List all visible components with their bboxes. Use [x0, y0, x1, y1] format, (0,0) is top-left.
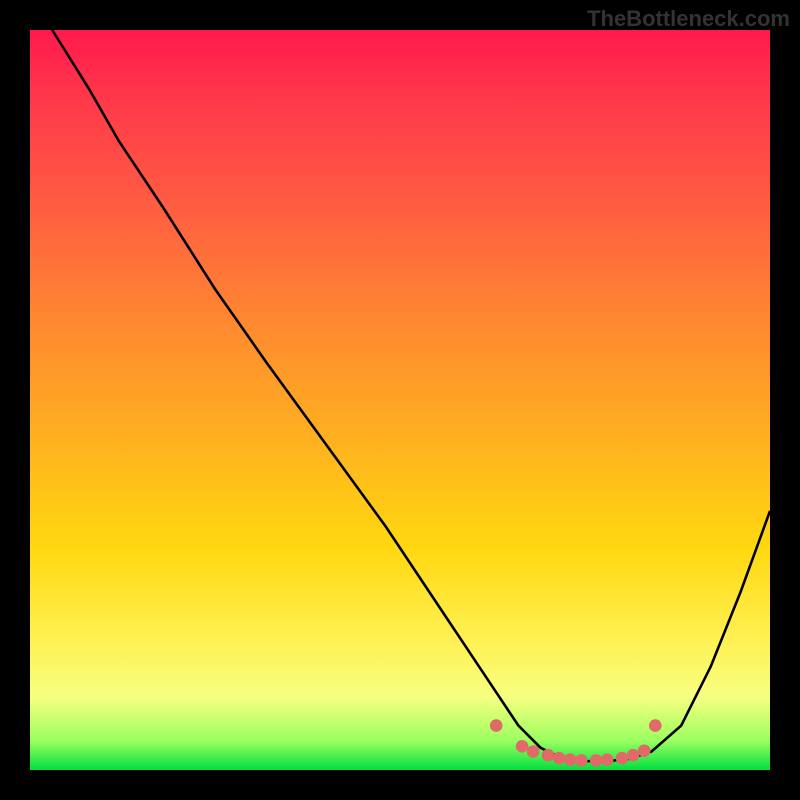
highlight-dot — [590, 754, 603, 767]
highlight-dot — [649, 719, 662, 732]
highlight-dots — [490, 719, 662, 766]
highlight-dot — [616, 752, 629, 765]
curve-svg — [30, 30, 770, 770]
highlight-dot — [564, 753, 577, 766]
bottleneck-curve — [52, 30, 770, 761]
highlight-dot — [575, 754, 588, 767]
highlight-dot — [627, 749, 640, 762]
watermark-text: TheBottleneck.com — [587, 6, 790, 32]
highlight-dot — [638, 744, 651, 757]
highlight-dot — [553, 752, 566, 765]
highlight-dot — [490, 719, 503, 732]
highlight-dot — [527, 745, 540, 758]
highlight-dot — [542, 749, 555, 762]
highlight-dot — [601, 753, 614, 766]
plot-area — [30, 30, 770, 770]
chart-container: TheBottleneck.com — [0, 0, 800, 800]
highlight-dot — [516, 740, 529, 753]
